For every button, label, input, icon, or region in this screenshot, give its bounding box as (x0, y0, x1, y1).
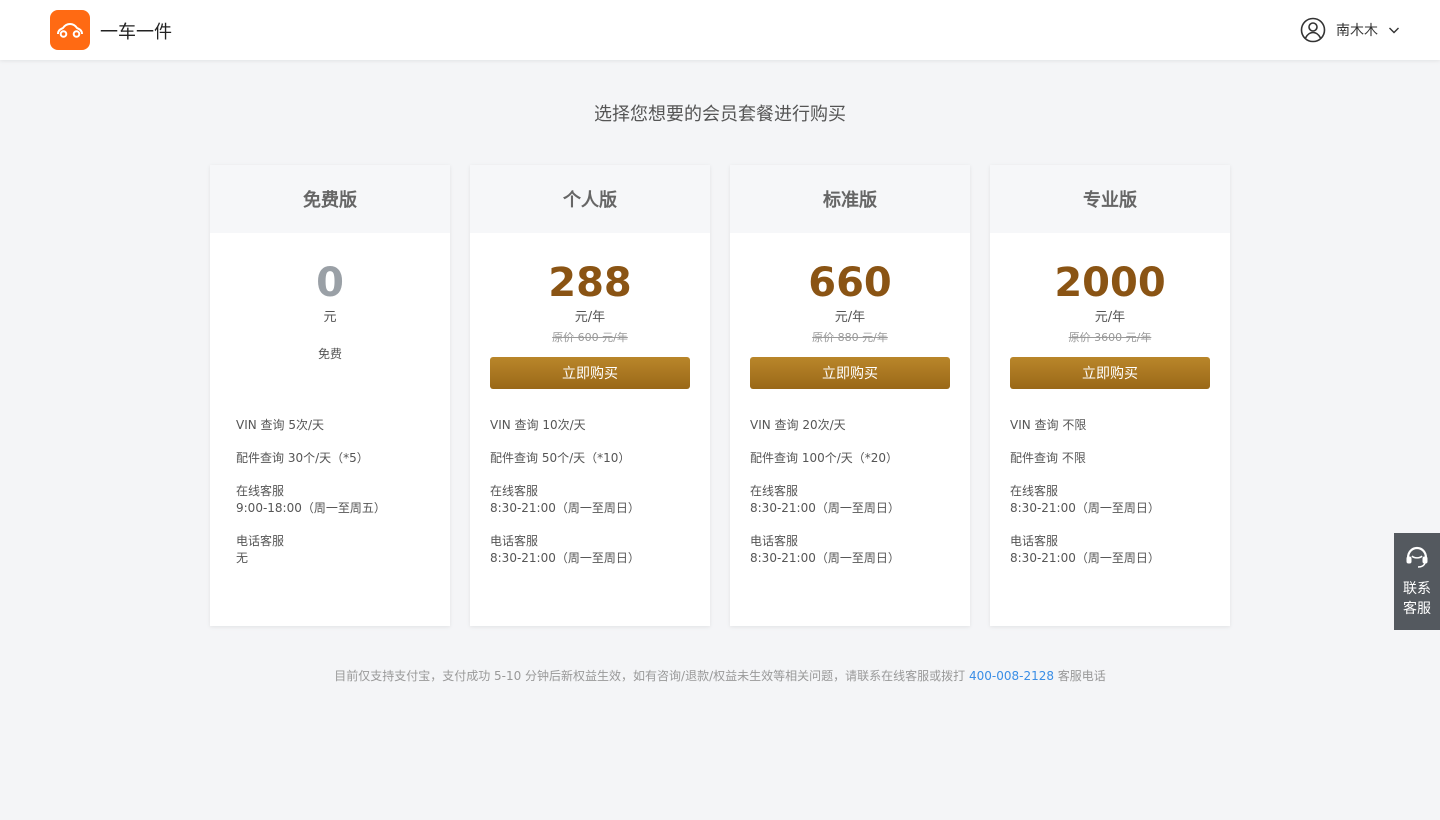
feature-parts: 配件查询 100个/天（*20） (750, 451, 899, 465)
plan-price: 288 (548, 260, 632, 306)
feature-parts: 配件查询 50个/天（*10） (490, 451, 631, 465)
plan-list: 免费版 0 元 免费 VIN 查询 5次/天 配件查询 30个/天（*5） 在线… (210, 165, 1230, 626)
plan-card-personal: 个人版 288 元/年 原价 600 元/年 立即购买 VIN 查询 10次/天… (470, 165, 710, 626)
plan-features: VIN 查询 10次/天 配件查询 50个/天（*10） 在线客服 8:30-2… (490, 417, 696, 583)
feature-phone-service: 电话客服 8:30-21:00（周一至周日） (490, 533, 696, 567)
plan-original-price: 原价 880 元/年 (812, 331, 888, 344)
plan-price: 2000 (1054, 260, 1166, 306)
plan-features: VIN 查询 20次/天 配件查询 100个/天（*20） 在线客服 8:30-… (750, 417, 956, 583)
plan-features: VIN 查询 不限 配件查询 不限 在线客服 8:30-21:00（周一至周日）… (1010, 417, 1216, 583)
plan-card-pro: 专业版 2000 元/年 原价 3600 元/年 立即购买 VIN 查询 不限 … (990, 165, 1230, 626)
plan-features: VIN 查询 5次/天 配件查询 30个/天（*5） 在线客服 9:00-18:… (236, 417, 436, 583)
feature-phone-service-hours: 8:30-21:00（周一至周日） (1010, 551, 1160, 565)
feature-online-service-label: 在线客服 (490, 484, 539, 498)
service-phone-link[interactable]: 400-008-2128 (969, 669, 1054, 683)
buy-now-button[interactable]: 立即购买 (750, 357, 950, 389)
plan-title: 免费版 (210, 165, 450, 233)
feature-online-service: 在线客服 9:00-18:00（周一至周五） (236, 483, 436, 517)
contact-service-button[interactable]: 联系客服 (1394, 533, 1440, 630)
plan-price-unit: 元/年 (834, 310, 866, 325)
feature-parts: 配件查询 30个/天（*5） (236, 451, 369, 465)
feature-online-service-label: 在线客服 (750, 484, 799, 498)
feature-online-service-label: 在线客服 (236, 484, 285, 498)
buy-now-button[interactable]: 立即购买 (490, 357, 690, 389)
feature-phone-service-hours: 8:30-21:00（周一至周日） (750, 551, 900, 565)
chevron-down-icon (1389, 27, 1399, 34)
payment-notice: 目前仅支持支付宝，支付成功 5-10 分钟后新权益生效，如有咨询/退款/权益未生… (0, 667, 1440, 684)
feature-parts: 配件查询 不限 (1010, 451, 1086, 465)
plan-price: 660 (808, 260, 892, 306)
feature-phone-service-label: 电话客服 (490, 534, 539, 548)
feature-vin: VIN 查询 不限 (1010, 418, 1087, 432)
top-bar: 一车一件 南木木 (0, 0, 1440, 60)
page-heading: 选择您想要的会员套餐进行购买 (594, 104, 846, 125)
feature-online-service: 在线客服 8:30-21:00（周一至周日） (1010, 483, 1216, 517)
payment-notice-suffix: 客服电话 (1053, 669, 1106, 683)
plan-card-standard: 标准版 660 元/年 原价 880 元/年 立即购买 VIN 查询 20次/天… (730, 165, 970, 626)
plan-price-unit: 元/年 (1094, 310, 1126, 325)
plan-original-price: 原价 3600 元/年 (1068, 331, 1152, 344)
user-menu[interactable]: 南木木 (1300, 17, 1400, 43)
plan-free-note: 免费 (317, 347, 342, 361)
feature-vin: VIN 查询 10次/天 (490, 418, 586, 432)
feature-online-service-hours: 8:30-21:00（周一至周日） (1010, 501, 1160, 515)
buy-now-button[interactable]: 立即购买 (1010, 357, 1210, 389)
user-name: 南木木 (1336, 23, 1378, 39)
feature-phone-service-hours: 8:30-21:00（周一至周日） (490, 551, 640, 565)
plan-price-unit: 元 (323, 310, 337, 325)
feature-online-service-hours: 9:00-18:00（周一至周五） (236, 501, 386, 515)
feature-online-service: 在线客服 8:30-21:00（周一至周日） (750, 483, 956, 517)
plan-title: 个人版 (470, 165, 710, 233)
car-logo-icon[interactable] (50, 10, 90, 50)
feature-online-service-label: 在线客服 (1010, 484, 1059, 498)
feature-online-service-hours: 8:30-21:00（周一至周日） (490, 501, 640, 515)
feature-phone-service-label: 电话客服 (236, 534, 285, 548)
contact-service-label: 联系客服 (1403, 581, 1431, 617)
plan-title: 专业版 (990, 165, 1230, 233)
plan-title: 标准版 (730, 165, 970, 233)
plan-price-unit: 元/年 (574, 310, 606, 325)
plan-price: 0 (316, 260, 344, 306)
plan-card-free: 免费版 0 元 免费 VIN 查询 5次/天 配件查询 30个/天（*5） 在线… (210, 165, 450, 626)
feature-phone-service: 电话客服 8:30-21:00（周一至周日） (750, 533, 956, 567)
feature-phone-service-label: 电话客服 (750, 534, 799, 548)
payment-notice-text: 目前仅支持支付宝，支付成功 5-10 分钟后新权益生效，如有咨询/退款/权益未生… (334, 669, 969, 683)
brand-name: 一车一件 (100, 22, 172, 43)
feature-phone-service: 电话客服 无 (236, 533, 436, 567)
feature-vin: VIN 查询 20次/天 (750, 418, 846, 432)
feature-online-service: 在线客服 8:30-21:00（周一至周日） (490, 483, 696, 517)
feature-phone-service-hours: 无 (236, 551, 249, 565)
feature-phone-service: 电话客服 8:30-21:00（周一至周日） (1010, 533, 1216, 567)
feature-vin: VIN 查询 5次/天 (236, 418, 325, 432)
user-avatar-icon (1300, 17, 1326, 43)
feature-phone-service-label: 电话客服 (1010, 534, 1059, 548)
plan-original-price: 原价 600 元/年 (552, 331, 628, 344)
headset-icon (1406, 546, 1428, 568)
feature-online-service-hours: 8:30-21:00（周一至周日） (750, 501, 900, 515)
